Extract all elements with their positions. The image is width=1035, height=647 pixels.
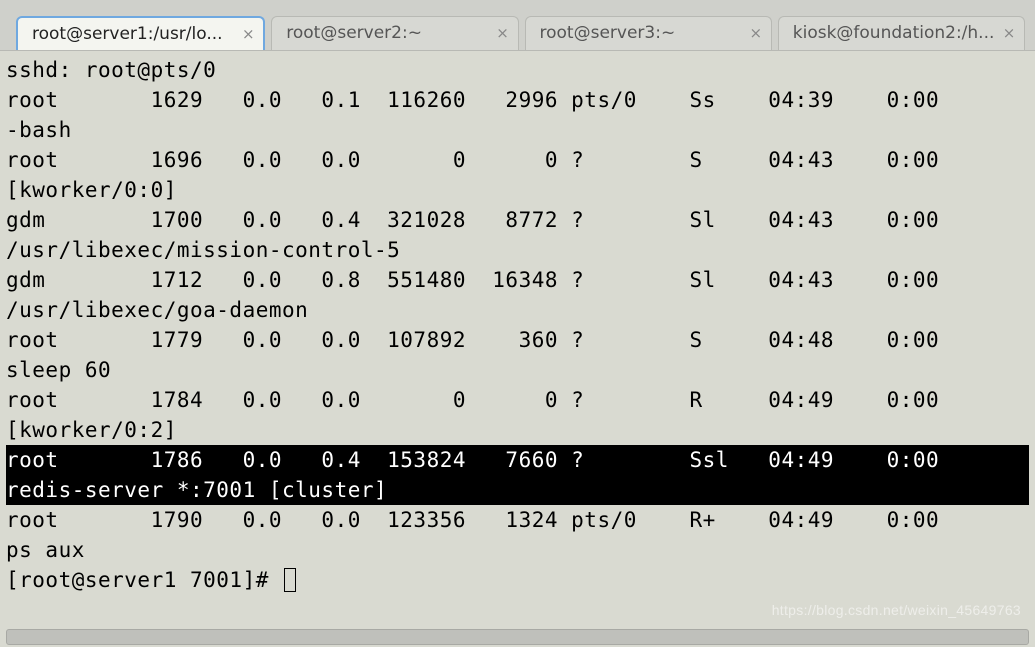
process-row: gdm 1700 0.0 0.4 321028 8772 ? Sl 04:43 …	[6, 205, 1029, 235]
process-cmd-line: ps aux	[6, 535, 1029, 565]
process-cmd-line: sshd: root@pts/0	[6, 55, 1029, 85]
tab-label: root@server2:~	[286, 23, 491, 43]
close-icon[interactable]: ×	[239, 25, 257, 43]
tab-bar: root@server1:/usr/lo...×root@server2:~×r…	[0, 15, 1035, 49]
watermark-text: https://blog.csdn.net/weixin_45649763	[772, 595, 1021, 625]
process-row: gdm 1712 0.0 0.8 551480 16348 ? Sl 04:43…	[6, 265, 1029, 295]
process-row: root 1784 0.0 0.0 0 0 ? R 04:49 0:00	[6, 385, 1029, 415]
tab-0[interactable]: root@server1:/usr/lo...×	[16, 16, 265, 50]
shell-prompt[interactable]: [root@server1 7001]#	[6, 565, 1029, 595]
tab-label: root@server1:/usr/lo...	[32, 24, 237, 44]
process-row: root 1629 0.0 0.1 116260 2996 pts/0 Ss 0…	[6, 85, 1029, 115]
terminal-viewport[interactable]: sshd: root@pts/0root 1629 0.0 0.1 116260…	[0, 50, 1035, 647]
process-cmd-line: redis-server *:7001 [cluster]	[6, 475, 1029, 505]
process-cmd-line: /usr/libexec/goa-daemon	[6, 295, 1029, 325]
process-row: root 1696 0.0 0.0 0 0 ? S 04:43 0:00	[6, 145, 1029, 175]
window-titlebar-spacer	[0, 0, 1035, 15]
close-icon[interactable]: ×	[1000, 24, 1018, 42]
text-cursor	[284, 568, 296, 592]
process-cmd-line: [kworker/0:0]	[6, 175, 1029, 205]
prompt-text: [root@server1 7001]#	[6, 565, 282, 595]
terminal-window: root@server1:/usr/lo...×root@server2:~×r…	[0, 0, 1035, 647]
process-cmd-line: [kworker/0:2]	[6, 415, 1029, 445]
tab-1[interactable]: root@server2:~×	[271, 16, 518, 50]
close-icon[interactable]: ×	[747, 24, 765, 42]
close-icon[interactable]: ×	[494, 24, 512, 42]
tab-2[interactable]: root@server3:~×	[525, 16, 772, 50]
tab-label: root@server3:~	[540, 23, 745, 43]
process-row: root 1779 0.0 0.0 107892 360 ? S 04:48 0…	[6, 325, 1029, 355]
process-row: root 1786 0.0 0.4 153824 7660 ? Ssl 04:4…	[6, 445, 1029, 475]
horizontal-scrollbar[interactable]	[6, 629, 1029, 645]
process-cmd-line: sleep 60	[6, 355, 1029, 385]
process-cmd-line: /usr/libexec/mission-control-5	[6, 235, 1029, 265]
process-cmd-line: -bash	[6, 115, 1029, 145]
tab-label: kiosk@foundation2:/h...	[793, 23, 998, 43]
tab-3[interactable]: kiosk@foundation2:/h...×	[778, 16, 1025, 50]
process-row: root 1790 0.0 0.0 123356 1324 pts/0 R+ 0…	[6, 505, 1029, 535]
